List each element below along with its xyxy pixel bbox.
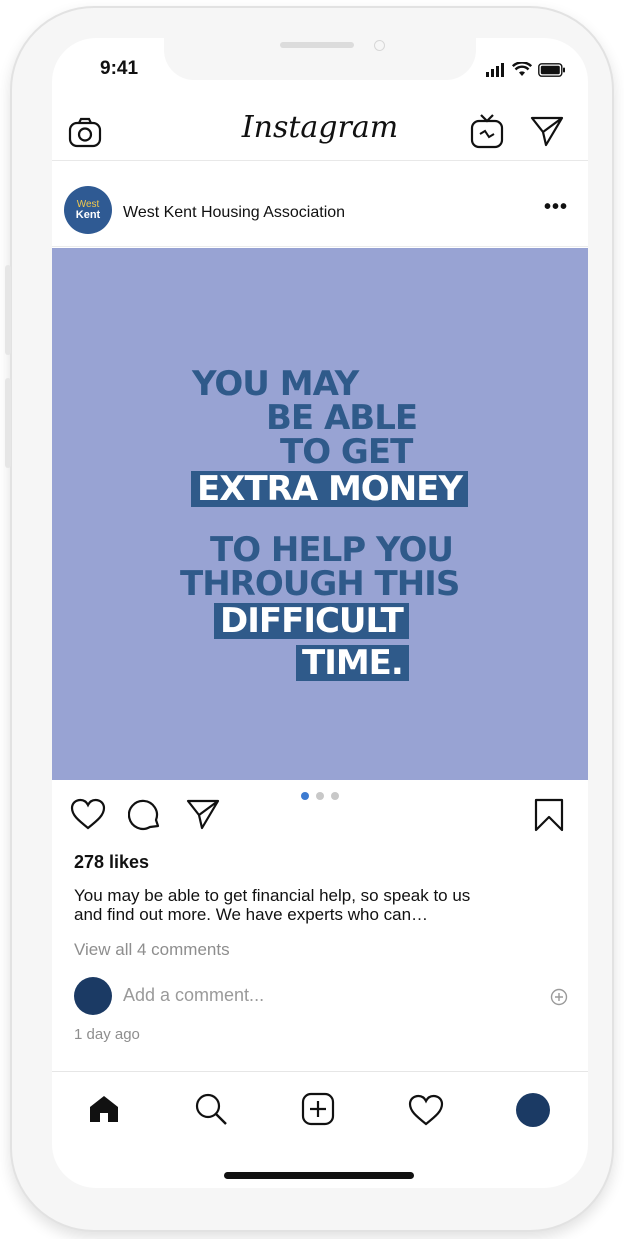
- home-icon[interactable]: [88, 1094, 120, 1124]
- wifi-icon: [512, 62, 532, 76]
- signal-icon: [486, 62, 504, 77]
- account-avatar[interactable]: West Kent: [64, 186, 112, 234]
- heart-icon[interactable]: [70, 798, 106, 830]
- app-title: Instagram: [241, 110, 399, 145]
- poster-line-1: YOU MAY: [192, 364, 359, 404]
- status-time: 9:41: [100, 58, 139, 79]
- new-post-icon[interactable]: [301, 1092, 335, 1126]
- direct-message-icon[interactable]: [530, 115, 564, 147]
- poster-line-5: TO HELP YOU: [210, 530, 454, 570]
- profile-avatar[interactable]: [516, 1093, 550, 1127]
- battery-icon: [538, 62, 565, 77]
- caption-line: and find out more. We have experts who c…: [74, 905, 429, 924]
- search-icon[interactable]: [194, 1092, 228, 1126]
- view-all-comments-link[interactable]: View all 4 comments: [74, 940, 230, 960]
- likes-count[interactable]: 278 likes: [74, 852, 149, 873]
- carousel-dot-active: [301, 792, 309, 800]
- carousel-dot: [331, 792, 339, 800]
- igtv-icon[interactable]: [470, 113, 504, 149]
- post-caption: You may be able to get financial help, s…: [74, 886, 554, 924]
- poster-line-6: THROUGH THIS: [180, 564, 460, 604]
- post-timestamp: 1 day ago: [74, 1026, 140, 1043]
- top-bar: Instagram: [52, 102, 588, 161]
- poster-line-3: TO GET: [280, 432, 413, 472]
- bookmark-icon[interactable]: [534, 798, 564, 832]
- poster-line-7: DIFFICULT: [214, 603, 409, 639]
- share-icon[interactable]: [186, 798, 220, 830]
- more-dots-icon[interactable]: •••: [544, 196, 568, 219]
- poster-line-8: TIME.: [296, 645, 409, 681]
- app-screen: 9:41 Instagram West Kent West Kent Housi…: [52, 38, 588, 1188]
- status-icons: [486, 62, 566, 77]
- activity-heart-icon[interactable]: [408, 1094, 444, 1126]
- poster-line-2: BE ABLE: [266, 398, 418, 438]
- account-name[interactable]: West Kent Housing Association: [123, 204, 345, 222]
- add-comment-input[interactable]: Add a comment...: [123, 985, 264, 1006]
- carousel-dot: [316, 792, 324, 800]
- caption-line: You may be able to get financial help, s…: [74, 886, 471, 905]
- speaker-grill: [280, 42, 354, 48]
- avatar: [74, 977, 112, 1015]
- phone-side-button: [5, 378, 11, 468]
- add-emoji-icon[interactable]: [550, 988, 568, 1006]
- poster-line-4: EXTRA MONEY: [191, 471, 469, 507]
- avatar-text-kent: Kent: [75, 209, 101, 221]
- phone-side-button: [5, 265, 11, 355]
- post-image[interactable]: YOU MAY BE ABLE TO GET EXTRA MONEY TO HE…: [52, 248, 588, 780]
- front-camera: [374, 40, 385, 51]
- post-header: West Kent West Kent Housing Association …: [52, 162, 588, 247]
- comment-icon[interactable]: [128, 798, 162, 832]
- home-indicator[interactable]: [224, 1172, 414, 1179]
- bottom-tab-bar: [52, 1071, 588, 1142]
